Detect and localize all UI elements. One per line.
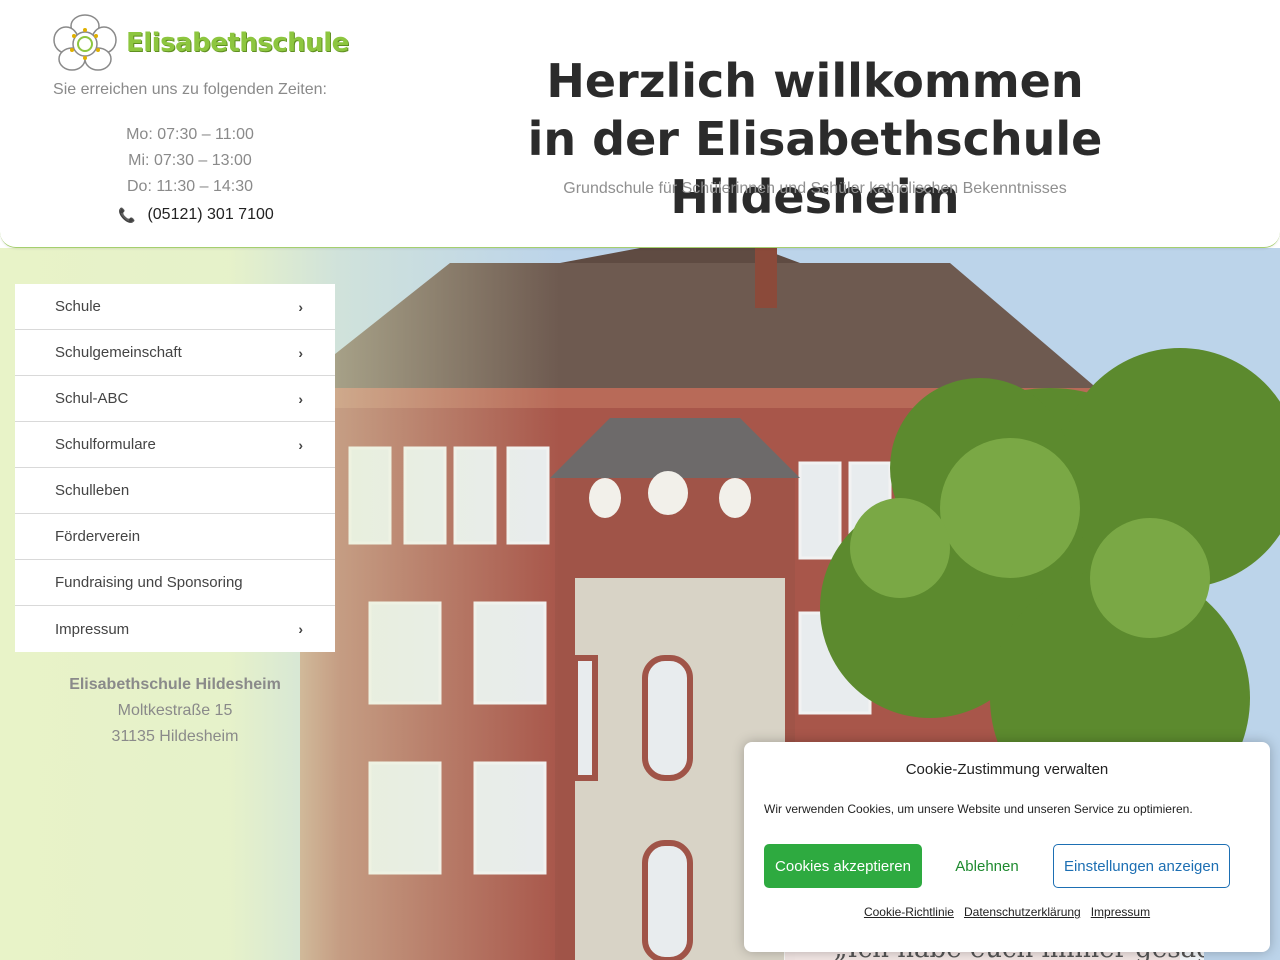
- address-street: Moltkestraße 15: [117, 702, 233, 719]
- chevron-right-icon: ›: [298, 298, 303, 315]
- accept-cookies-button[interactable]: Cookies akzeptieren: [764, 844, 922, 888]
- phone-contact[interactable]: 📞 (05121) 301 7100: [118, 206, 274, 224]
- opening-hours: Mo: 07:30 – 11:00 Mi: 07:30 – 13:00 Do: …: [0, 122, 380, 200]
- chevron-right-icon: ›: [298, 621, 303, 637]
- hours-wednesday: Mi: 07:30 – 13:00: [128, 152, 252, 169]
- menu-item-fundraising[interactable]: Fundraising und Sponsoring: [15, 560, 335, 606]
- site-logo[interactable]: Elisabethschule: [52, 14, 349, 72]
- menu-item-schulgemeinschaft[interactable]: Schulgemeinschaft ›: [15, 330, 335, 376]
- page-subtitle: Grundschule für Schülerinnen und Schüler…: [563, 180, 1067, 197]
- menu-item-label: Förderverein: [55, 528, 141, 545]
- logo-text: Elisabethschule: [126, 28, 349, 58]
- cookie-consent-dialog: Cookie-Zustimmung verwalten Wir verwende…: [744, 742, 1270, 952]
- menu-item-schulformulare[interactable]: Schulformulare ›: [15, 422, 335, 468]
- hours-thursday: Do: 11:30 – 14:30: [126, 178, 254, 195]
- cookie-description: Wir verwenden Cookies, um unsere Website…: [764, 802, 1193, 816]
- menu-item-foerderverein[interactable]: Förderverein: [15, 514, 335, 560]
- menu-item-schulleben[interactable]: Schulleben: [15, 468, 335, 514]
- cookie-settings-button[interactable]: Einstellungen anzeigen: [1053, 844, 1230, 888]
- menu-item-schul-abc[interactable]: Schul-ABC ›: [15, 376, 335, 422]
- address-name: Elisabethschule Hildesheim: [69, 676, 281, 693]
- menu-item-label: Impressum: [55, 620, 130, 638]
- chevron-right-icon: ›: [298, 436, 303, 453]
- cookie-policy-link[interactable]: Cookie-Richtlinie: [864, 905, 954, 919]
- site-header: Elisabethschule Sie erreichen uns zu fol…: [0, 0, 1280, 248]
- welcome-line-1: Herzlich willkommen: [546, 54, 1084, 108]
- deny-cookies-button[interactable]: Ablehnen: [930, 844, 1044, 888]
- cookie-links: Cookie-Richtlinie Datenschutzerklärung I…: [744, 905, 1270, 919]
- menu-item-label: Schulgemeinschaft: [55, 344, 182, 361]
- address-city: 31135 Hildesheim: [111, 728, 239, 745]
- menu-item-label: Schulformulare: [55, 436, 156, 453]
- menu-item-label: Schule: [55, 298, 101, 315]
- hours-monday: Mo: 07:30 – 11:00: [126, 126, 254, 143]
- rose-logo-icon: [53, 14, 117, 71]
- cookie-title: Cookie-Zustimmung verwalten: [905, 761, 1109, 778]
- chevron-right-icon: ›: [298, 344, 303, 361]
- phone-icon: 📞: [118, 206, 136, 223]
- phone-number[interactable]: (05121) 301 7100: [147, 206, 273, 224]
- menu-item-label: Schul-ABC: [55, 390, 129, 407]
- welcome-line-2: in der Elisabethschule Hildesheim: [527, 112, 1103, 224]
- menu-item-label: Schulleben: [55, 482, 130, 499]
- school-address: Elisabethschule Hildesheim Moltkestraße …: [15, 672, 335, 750]
- privacy-policy-link[interactable]: Datenschutzerklärung: [964, 905, 1081, 919]
- page-title: Herzlich willkommen in der Elisabethschu…: [400, 52, 1230, 226]
- menu-item-schule[interactable]: Schule ›: [15, 284, 335, 330]
- hours-intro: Sie erreichen uns zu folgenden Zeiten:: [53, 81, 327, 98]
- chevron-right-icon: ›: [298, 390, 303, 407]
- imprint-link[interactable]: Impressum: [1091, 905, 1150, 919]
- menu-item-impressum[interactable]: Impressum ›: [15, 606, 335, 652]
- menu-item-label: Fundraising und Sponsoring: [55, 574, 243, 591]
- side-navigation: Schule › Schulgemeinschaft › Schul-ABC ›…: [15, 284, 335, 652]
